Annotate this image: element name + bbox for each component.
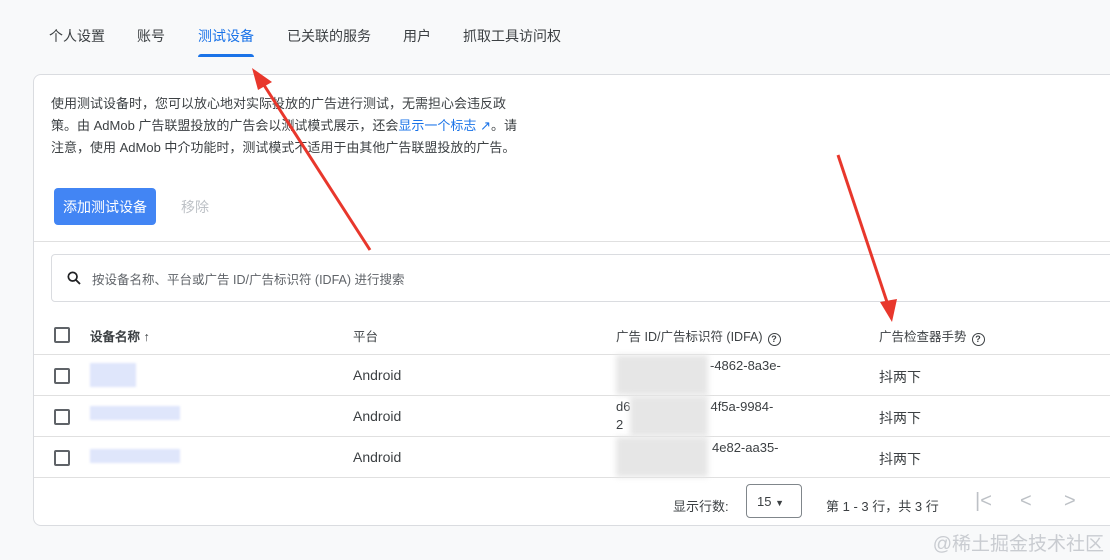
device-name-redacted	[90, 363, 136, 387]
rows-per-page-value: 15	[757, 494, 772, 509]
next-page-icon[interactable]: >	[1064, 490, 1076, 513]
tab-account[interactable]: 账号	[137, 26, 165, 46]
tab-users[interactable]: 用户	[403, 26, 431, 46]
gesture: 抖两下	[879, 410, 921, 426]
row-checkbox[interactable]	[54, 368, 70, 384]
tab-linked-services[interactable]: 已关联的服务	[287, 26, 371, 46]
header-ad-id: 广告 ID/广告标识符 (IDFA)?	[616, 326, 781, 346]
header-device-name[interactable]: 设备名称 ↑	[90, 326, 150, 345]
help-icon[interactable]: ?	[971, 333, 985, 346]
ad-id-redacted	[616, 355, 708, 395]
row-checkbox[interactable]	[54, 409, 70, 425]
search-input[interactable]: 按设备名称、平台或广告 ID/广告标识符 (IDFA) 进行搜索	[51, 254, 1110, 302]
test-devices-card: 使用测试设备时，您可以放心地对实际投放的广告进行测试，无需担心会违反政策。由 A…	[33, 74, 1110, 526]
prev-page-icon[interactable]: <	[1020, 490, 1032, 513]
header-label: 设备名称	[90, 330, 141, 344]
device-name-redacted	[90, 406, 180, 420]
ad-id-prefix: d6	[616, 399, 631, 414]
gesture: 抖两下	[879, 369, 921, 385]
search-icon	[67, 271, 81, 285]
tab-crawler-access[interactable]: 抓取工具访问权	[463, 26, 561, 46]
description: 使用测试设备时，您可以放心地对实际投放的广告进行测试，无需担心会违反政策。由 A…	[51, 93, 521, 159]
header-gesture: 广告检查器手势?	[879, 326, 985, 346]
divider	[34, 241, 1110, 242]
page-range: 第 1 - 3 行，共 3 行	[826, 499, 939, 514]
table-header: 设备名称 ↑ 平台 广告 ID/广告标识符 (IDFA)? 广告检查器手势?	[34, 314, 1110, 355]
platform: Android	[353, 449, 402, 465]
link-text: 显示一个标志	[398, 118, 477, 133]
row-checkbox[interactable]	[54, 450, 70, 466]
add-test-device-button[interactable]: 添加测试设备	[54, 188, 156, 225]
tab-bar: 个人设置 账号 测试设备 已关联的服务 用户 抓取工具访问权	[0, 0, 1110, 74]
remove-button[interactable]: 移除	[181, 197, 209, 217]
ad-id-line2: 2	[616, 417, 624, 432]
first-page-icon[interactable]: |<	[975, 490, 992, 513]
table-row[interactable]: Android d6 4f5a-9984- 2 抖两下	[34, 396, 1110, 437]
external-link-icon: ↗	[480, 118, 491, 133]
header-label: 广告检查器手势	[879, 330, 967, 344]
help-icon[interactable]: ?	[767, 333, 781, 346]
watermark: @稀土掘金技术社区	[932, 534, 1104, 555]
header-label: 广告 ID/广告标识符 (IDFA)	[616, 330, 763, 344]
arrow-up-icon: ↑	[143, 330, 150, 344]
device-name-redacted	[90, 449, 180, 463]
tab-personal-settings[interactable]: 个人设置	[49, 26, 105, 46]
ad-id-redacted	[630, 396, 708, 436]
table-row[interactable]: Android 4e82-aa35- 抖两下	[34, 437, 1110, 478]
tab-test-devices[interactable]: 测试设备	[198, 26, 254, 57]
table-row[interactable]: Android -4862-8a3e- 抖两下	[34, 355, 1110, 396]
rows-per-page-select[interactable]: 15 ▼	[746, 484, 802, 518]
platform: Android	[353, 367, 402, 383]
dropdown-arrow-icon: ▼	[775, 498, 785, 508]
ad-id-redacted	[616, 437, 708, 477]
select-all-checkbox[interactable]	[54, 327, 70, 343]
search-placeholder: 按设备名称、平台或广告 ID/广告标识符 (IDFA) 进行搜索	[92, 272, 405, 287]
rows-per-page-label: 显示行数:	[673, 499, 729, 514]
header-platform: 平台	[353, 330, 379, 344]
platform: Android	[353, 408, 402, 424]
gesture: 抖两下	[879, 451, 921, 467]
show-badge-link[interactable]: 显示一个标志 ↗	[398, 118, 491, 133]
